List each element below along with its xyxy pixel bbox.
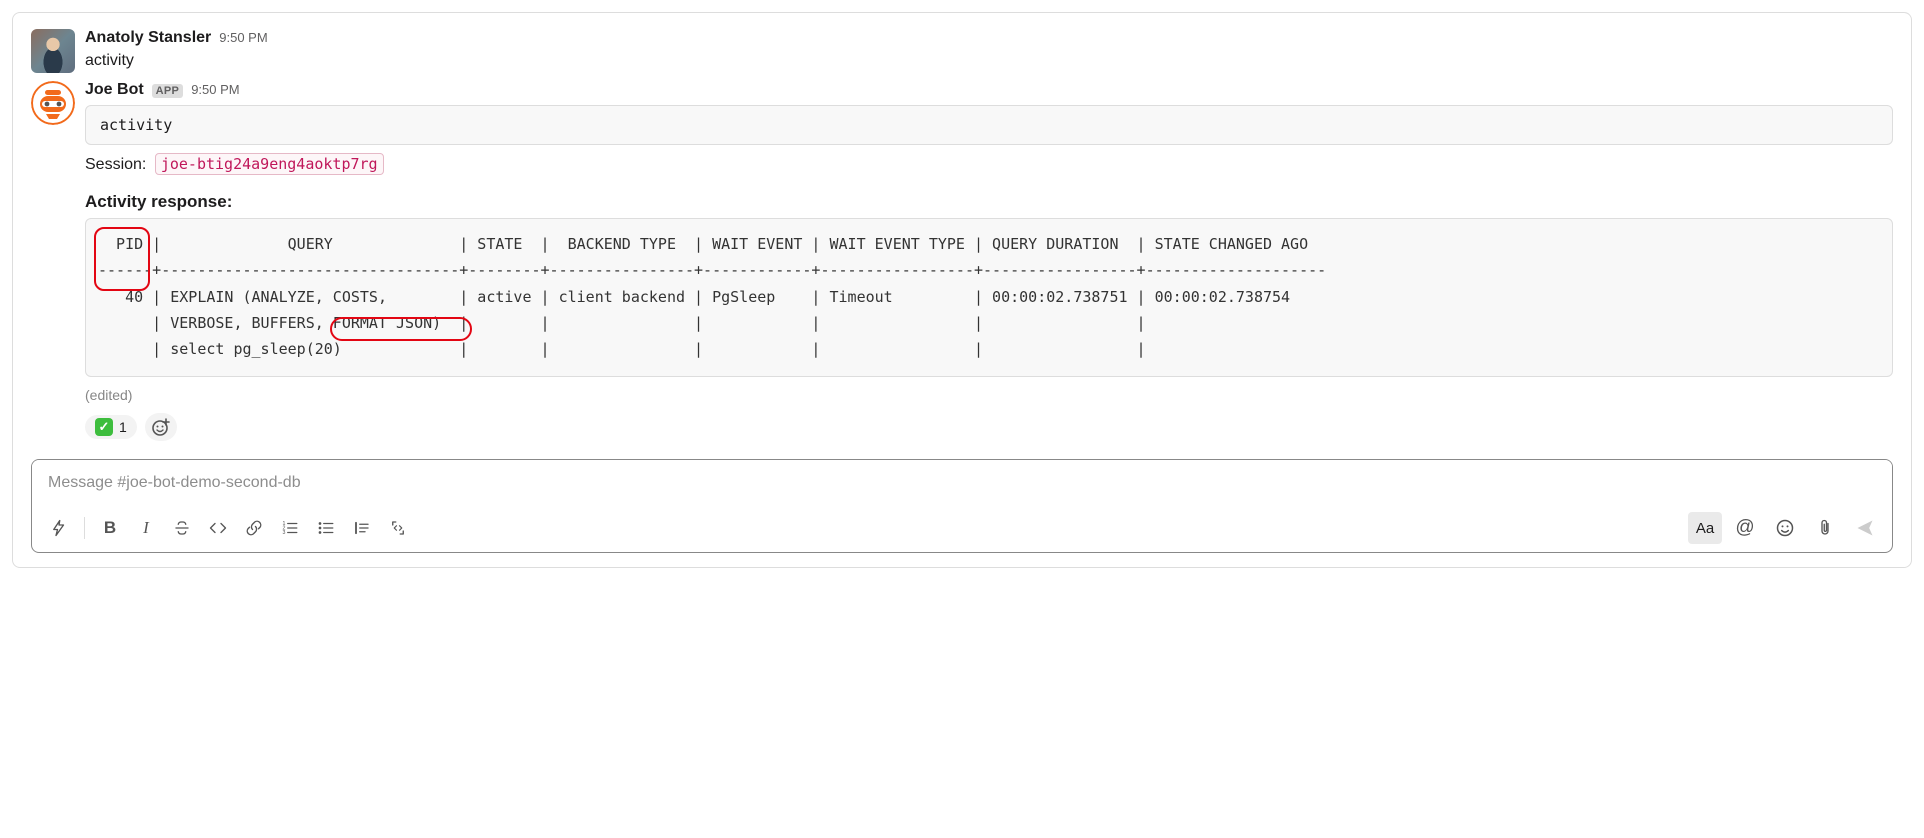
code-icon — [208, 519, 228, 537]
ordered-list-icon: 123 — [281, 519, 299, 537]
message-text: activity — [85, 49, 1893, 73]
avatar-bot[interactable] — [31, 81, 75, 125]
lightning-icon — [50, 519, 68, 537]
author-name-bot[interactable]: Joe Bot — [85, 81, 144, 99]
mention-button[interactable]: @ — [1728, 512, 1762, 544]
link-icon — [245, 519, 263, 537]
reactions-row: ✓ 1 — [85, 413, 1893, 441]
smile-icon — [1775, 518, 1795, 538]
ordered-list-button[interactable]: 123 — [273, 512, 307, 544]
check-emoji-icon: ✓ — [95, 418, 113, 436]
edited-label: (edited) — [85, 387, 1893, 403]
blockquote-icon — [353, 519, 371, 537]
italic-button[interactable]: I — [129, 512, 163, 544]
send-icon — [1855, 518, 1875, 538]
toolbar-separator — [84, 517, 85, 539]
strikethrough-button[interactable] — [165, 512, 199, 544]
code-block-button[interactable] — [381, 512, 415, 544]
send-button[interactable] — [1848, 512, 1882, 544]
section-title: Activity response: — [85, 192, 1893, 212]
shortcuts-button[interactable] — [42, 512, 76, 544]
composer-input[interactable] — [32, 460, 1892, 506]
bullet-list-button[interactable] — [309, 512, 343, 544]
app-badge: APP — [152, 84, 184, 98]
session-token[interactable]: joe-btig24a9eng4aoktp7rg — [155, 153, 384, 175]
author-name[interactable]: Anatoly Stansler — [85, 29, 211, 47]
strikethrough-icon — [173, 519, 191, 537]
emoji-button[interactable] — [1768, 512, 1802, 544]
blockquote-button[interactable] — [345, 512, 379, 544]
message-composer: B I 123 — [31, 459, 1893, 553]
code-block-icon — [388, 519, 408, 537]
bot-icon — [31, 81, 75, 125]
paperclip-icon — [1816, 518, 1834, 538]
code-button[interactable] — [201, 512, 235, 544]
session-label: Session: — [85, 156, 146, 173]
avatar-user[interactable] — [31, 29, 75, 73]
message-bot: Joe Bot APP 9:50 PM activity Session: jo… — [31, 81, 1893, 441]
add-reaction-button[interactable] — [145, 413, 177, 441]
activity-table: PID | QUERY | STATE | BACKEND TYPE | WAI… — [85, 218, 1893, 377]
slack-thread-view: Anatoly Stansler 9:50 PM activity Joe Bo… — [12, 12, 1912, 568]
activity-table-text: PID | QUERY | STATE | BACKEND TYPE | WAI… — [98, 235, 1326, 358]
add-reaction-icon — [151, 417, 171, 437]
bullet-list-icon — [317, 519, 335, 537]
attach-button[interactable] — [1808, 512, 1842, 544]
bold-button[interactable]: B — [93, 512, 127, 544]
reaction-check[interactable]: ✓ 1 — [85, 415, 137, 439]
session-row: Session: joe-btig24a9eng4aoktp7rg — [85, 155, 1893, 174]
formatting-toggle-button[interactable]: Aa — [1688, 512, 1722, 544]
message-timestamp[interactable]: 9:50 PM — [219, 30, 267, 45]
reaction-count: 1 — [119, 419, 127, 435]
composer-toolbar: B I 123 — [32, 506, 1892, 552]
message-user: Anatoly Stansler 9:50 PM activity — [31, 29, 1893, 73]
code-block-activity: activity — [85, 105, 1893, 145]
message-timestamp-bot[interactable]: 9:50 PM — [191, 82, 239, 97]
link-button[interactable] — [237, 512, 271, 544]
svg-text:3: 3 — [283, 530, 286, 536]
